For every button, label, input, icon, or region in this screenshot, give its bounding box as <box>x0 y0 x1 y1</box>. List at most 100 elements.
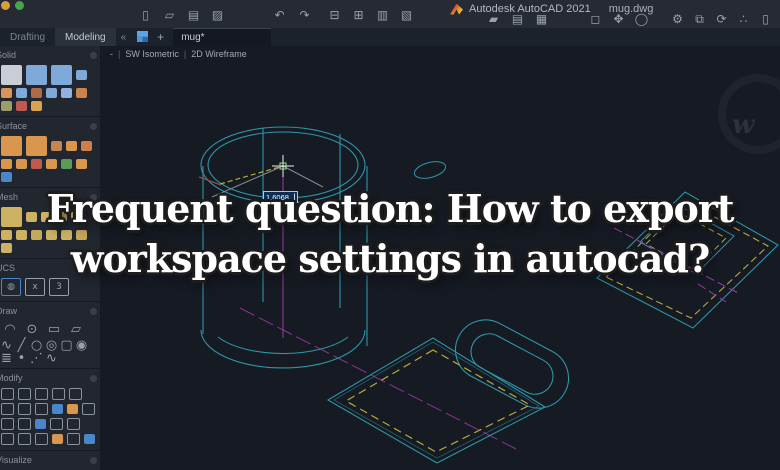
tool-polysolid-icon[interactable] <box>51 65 72 85</box>
tool-arc-icon[interactable]: ◠ <box>1 321 19 337</box>
tool-array-icon[interactable] <box>18 403 31 415</box>
panel-header: Draw <box>0 304 100 318</box>
tool-rebuild-icon[interactable] <box>1 172 12 182</box>
tool-divide-icon[interactable]: ⋰ <box>30 351 43 366</box>
panel-modify: Modify <box>0 369 100 451</box>
paste-clipboard-icon[interactable]: ⧉ <box>692 12 707 27</box>
autocad-window: ▯ ▱ ▤ ▨ ↶ ↷ ⊟ ⊞ ▥ ▧ Autodesk AutoCAD 2021 mug.d… <box>0 0 780 470</box>
tool-blend-icon[interactable] <box>51 141 62 151</box>
new-tab-button[interactable]: + <box>152 28 169 46</box>
tool-subtract-icon[interactable] <box>16 101 27 111</box>
tool-fillet-surface-icon[interactable] <box>1 159 12 169</box>
export-plot-icon[interactable]: ▧ <box>399 8 414 23</box>
tool-rectangle-icon[interactable]: ▭ <box>45 321 63 337</box>
tool-change-space-icon[interactable] <box>84 434 95 444</box>
tool-ellipse-icon[interactable]: ○ <box>31 338 42 353</box>
tool-donut-icon[interactable]: ◉ <box>76 338 87 353</box>
tool-untrim-icon[interactable] <box>61 159 72 169</box>
tool-3d-mirror-icon[interactable] <box>35 388 48 400</box>
tool-network-surface-icon[interactable] <box>1 136 22 156</box>
tool-3d-align-icon[interactable] <box>52 388 65 400</box>
tool-pyramid-icon[interactable] <box>76 70 87 80</box>
open-folder-icon[interactable]: ▱ <box>162 8 177 23</box>
tool-3d-move-icon[interactable] <box>1 388 14 400</box>
tool-union-icon[interactable] <box>1 101 12 111</box>
batch-print-icon[interactable]: ⊞ <box>351 8 366 23</box>
import-icon[interactable]: ▰ <box>486 12 501 27</box>
tool-fillet-icon[interactable] <box>35 403 48 415</box>
tool-hatch-icon[interactable]: ≣ <box>1 351 12 366</box>
watermark-letter: w <box>732 110 755 140</box>
refresh-icon[interactable]: ⟳ <box>714 12 729 27</box>
tool-lengthen-icon[interactable] <box>18 433 31 445</box>
tool-3d-scale-icon[interactable] <box>1 403 14 415</box>
tool-spline-icon[interactable]: ∿ <box>46 351 57 366</box>
zoom-window-icon[interactable]: ◻ <box>588 12 603 27</box>
save-as-icon[interactable]: ▨ <box>210 8 225 23</box>
pan-hand-icon[interactable]: ✥ <box>611 12 626 27</box>
plot-preview-icon[interactable]: ▥ <box>375 8 390 23</box>
redo-icon[interactable]: ↷ <box>297 8 312 23</box>
tool-presspull-icon[interactable] <box>31 88 42 98</box>
panel-menu-button[interactable] <box>90 456 97 464</box>
tool-trim-icon[interactable] <box>18 418 31 430</box>
tool-circle-icon[interactable]: ⊙ <box>23 321 41 337</box>
print-icon[interactable]: ⊟ <box>327 8 342 23</box>
properties-icon[interactable]: ▦ <box>534 12 549 27</box>
tab-modeling[interactable]: Modeling <box>55 28 116 46</box>
view-grid-icon[interactable] <box>137 31 149 42</box>
file-tab-mug[interactable]: mug* <box>173 28 272 46</box>
tool-loft-surface-icon[interactable] <box>26 136 47 156</box>
tool-line-icon[interactable]: ╱ <box>16 338 27 353</box>
save-icon[interactable]: ▤ <box>186 8 201 23</box>
panel-icon-grid: ◠ ⊙ ▭ ▱ ∿ ╱ ○ ◎ ▢ ◉ ≣ • ⋰ ∿ <box>0 318 100 366</box>
minimize-button[interactable] <box>1 1 10 10</box>
collapse-palette-button[interactable]: « <box>116 28 132 46</box>
orbit-icon[interactable]: ◯ <box>634 12 649 27</box>
tool-fillet-edge-icon[interactable] <box>1 88 12 98</box>
tool-polyline-icon[interactable]: ∿ <box>1 338 12 353</box>
tool-patch-icon[interactable] <box>66 141 77 151</box>
tool-match-properties-icon[interactable] <box>67 433 80 445</box>
undo-icon[interactable]: ↶ <box>272 8 287 23</box>
tool-rotate-icon[interactable] <box>1 418 14 430</box>
panel-menu-button[interactable] <box>90 122 97 130</box>
tool-brush-icon[interactable] <box>67 404 78 414</box>
tool-slice-icon[interactable] <box>46 88 57 98</box>
tool-array-rect-icon[interactable] <box>35 419 46 429</box>
panel-menu-button[interactable] <box>90 374 97 382</box>
panel-menu-button[interactable] <box>90 51 97 59</box>
tool-move-icon[interactable] <box>69 388 82 400</box>
save-copy-icon[interactable]: ▤ <box>510 12 525 27</box>
tool-point-icon[interactable]: • <box>16 351 27 366</box>
tool-helix-icon[interactable]: ◎ <box>46 338 57 353</box>
tool-pencil-icon[interactable] <box>52 434 63 444</box>
tool-cv-show-icon[interactable] <box>76 159 87 169</box>
tool-sweep-icon[interactable] <box>76 88 87 98</box>
tool-stretch-icon[interactable] <box>1 433 14 445</box>
tool-extrude-icon[interactable] <box>26 65 47 85</box>
tool-chamfer-icon[interactable] <box>52 404 63 414</box>
tool-erase-icon[interactable] <box>50 418 63 430</box>
tool-box-icon[interactable] <box>1 65 22 85</box>
reference-doc-icon[interactable]: ▯ <box>758 12 773 27</box>
tool-trim-surface-icon[interactable] <box>46 159 57 169</box>
panel-menu-button[interactable] <box>90 307 97 315</box>
tool-extend-icon[interactable] <box>16 159 27 169</box>
tool-box-outline-icon[interactable]: ▢ <box>60 338 72 353</box>
new-file-icon[interactable]: ▯ <box>138 8 153 23</box>
tool-offset-surface-icon[interactable] <box>81 141 92 151</box>
tool-intersect-icon[interactable] <box>31 101 42 111</box>
app-dots-icon[interactable]: ∴ <box>736 12 751 27</box>
settings-icon[interactable]: ⚙ <box>670 12 685 27</box>
tab-drafting[interactable]: Drafting <box>0 28 55 46</box>
tool-3d-rotate-icon[interactable] <box>18 388 31 400</box>
fullscreen-button[interactable] <box>15 1 24 10</box>
tool-planar-surface-icon[interactable]: ▱ <box>67 321 85 337</box>
tool-cone-icon[interactable] <box>16 88 27 98</box>
tool-sculpt-icon[interactable] <box>31 159 42 169</box>
tool-spline-edit-icon[interactable] <box>35 433 48 445</box>
tool-thicken-icon[interactable] <box>61 88 72 98</box>
tool-offset-icon[interactable] <box>82 403 95 415</box>
tool-explode-icon[interactable] <box>67 418 80 430</box>
